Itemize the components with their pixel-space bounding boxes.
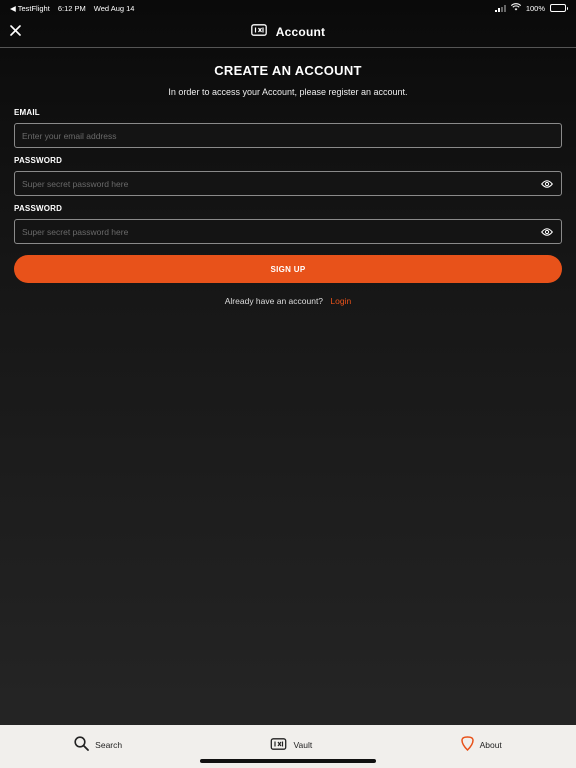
form-header: CREATE AN ACCOUNT In order to access you… xyxy=(14,60,562,97)
login-link[interactable]: Login xyxy=(330,296,351,306)
email-label: EMAIL xyxy=(14,108,40,117)
tab-about-label: About xyxy=(479,739,502,750)
login-prompt-row: Already have an account? Login xyxy=(0,296,576,306)
password-input[interactable] xyxy=(22,178,540,189)
status-time: 6:12 PM xyxy=(57,3,86,13)
form-heading: CREATE AN ACCOUNT xyxy=(214,63,362,78)
confirm-password-label: PASSWORD xyxy=(14,204,63,213)
vault-icon xyxy=(250,23,267,41)
tab-vault-label: Vault xyxy=(293,739,313,750)
login-prompt-text: Already have an account? xyxy=(224,296,324,306)
vault-icon xyxy=(270,737,287,752)
show-confirm-password-eye-icon[interactable] xyxy=(540,225,554,239)
confirm-password-field-container xyxy=(14,219,562,244)
tab-search-label: Search xyxy=(95,739,123,750)
status-bar: ◀ TestFlight 6:12 PM Wed Aug 14 100% xyxy=(0,0,576,16)
back-to-app-link[interactable]: ◀ TestFlight xyxy=(10,4,50,13)
nav-bar: Account xyxy=(0,16,576,48)
close-icon xyxy=(9,23,21,41)
cellular-signal-icon xyxy=(494,4,506,12)
close-button[interactable] xyxy=(6,21,24,43)
nav-title-group: Account xyxy=(250,23,326,41)
battery-percent: 100% xyxy=(525,3,545,13)
page-title: Account xyxy=(275,24,326,39)
sign-up-button[interactable]: SIGN UP xyxy=(14,255,562,283)
tab-about[interactable]: About xyxy=(460,736,502,753)
confirm-password-input[interactable] xyxy=(22,226,540,237)
tab-search[interactable]: Search xyxy=(74,736,122,753)
password-label: PASSWORD xyxy=(14,156,63,165)
battery-icon xyxy=(550,4,568,12)
form-subheading: In order to access your Account, please … xyxy=(168,87,408,97)
password-field-container xyxy=(14,171,562,196)
tab-vault[interactable]: Vault xyxy=(270,737,313,752)
pick-icon xyxy=(460,736,474,753)
email-input[interactable] xyxy=(22,130,554,141)
email-field-container xyxy=(14,123,562,148)
status-left: ◀ TestFlight 6:12 PM Wed Aug 14 xyxy=(10,4,134,13)
status-right: 100% xyxy=(494,3,568,13)
show-password-eye-icon[interactable] xyxy=(540,177,554,191)
search-icon xyxy=(74,736,90,753)
wifi-icon xyxy=(510,3,521,13)
home-indicator xyxy=(200,759,376,763)
status-date: Wed Aug 14 xyxy=(93,3,135,13)
